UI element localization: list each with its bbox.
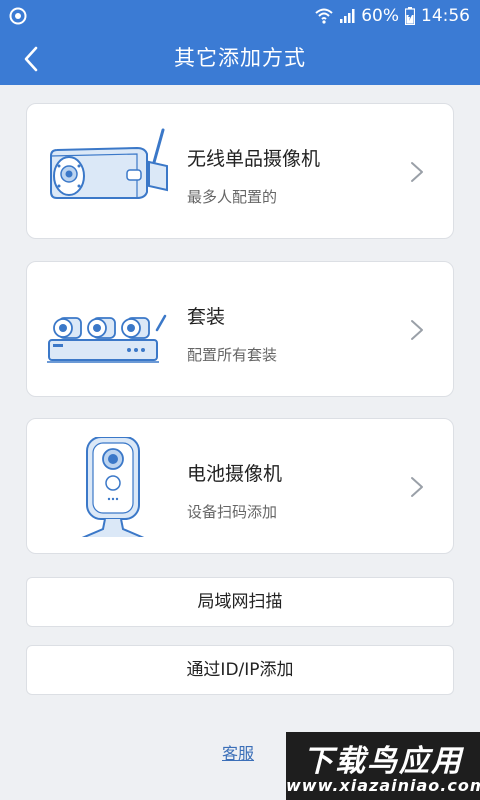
chevron-right-icon (411, 477, 423, 497)
option-title: 套装 (187, 306, 226, 328)
clock: 14:56 (421, 6, 470, 26)
option-title: 电池摄像机 (187, 463, 283, 485)
customer-service-link[interactable]: 客服 (222, 740, 254, 764)
status-bar: 60% 14:56 (0, 0, 480, 32)
option-card-battery-camera[interactable]: 电池摄像机 设备扫码添加 (26, 418, 454, 554)
wifi-icon (315, 8, 333, 24)
app-notification-icon (8, 6, 28, 26)
page-title: 其它添加方式 (174, 46, 306, 70)
battery-camera-illustration (45, 436, 185, 542)
chevron-right-icon (411, 320, 423, 340)
wireless-camera-illustration (45, 122, 185, 222)
option-description: 设备扫码添加 (187, 503, 278, 521)
camera-kit-illustration (45, 280, 185, 380)
watermark-url: www.xiazainiao.com (286, 776, 480, 795)
watermark-logo: 下载鸟应用 www.xiazainiao.com (286, 732, 480, 800)
watermark-title: 下载鸟应用 (303, 744, 463, 779)
option-card-wireless-camera[interactable]: 无线单品摄像机 最多人配置的 (26, 103, 454, 239)
app-bar: 其它添加方式 (0, 32, 480, 85)
option-title: 无线单品摄像机 (187, 148, 321, 170)
battery-charging-icon (405, 7, 415, 25)
option-description: 配置所有套装 (187, 346, 278, 364)
signal-icon (339, 8, 355, 24)
lan-scan-button[interactable]: 局域网扫描 (26, 577, 454, 627)
option-description: 最多人配置的 (187, 188, 278, 206)
add-by-id-button[interactable]: 通过ID/IP添加 (26, 645, 454, 695)
chevron-right-icon (411, 162, 423, 182)
option-card-kit[interactable]: 套装 配置所有套装 (26, 261, 454, 397)
battery-percent: 60% (361, 6, 399, 26)
